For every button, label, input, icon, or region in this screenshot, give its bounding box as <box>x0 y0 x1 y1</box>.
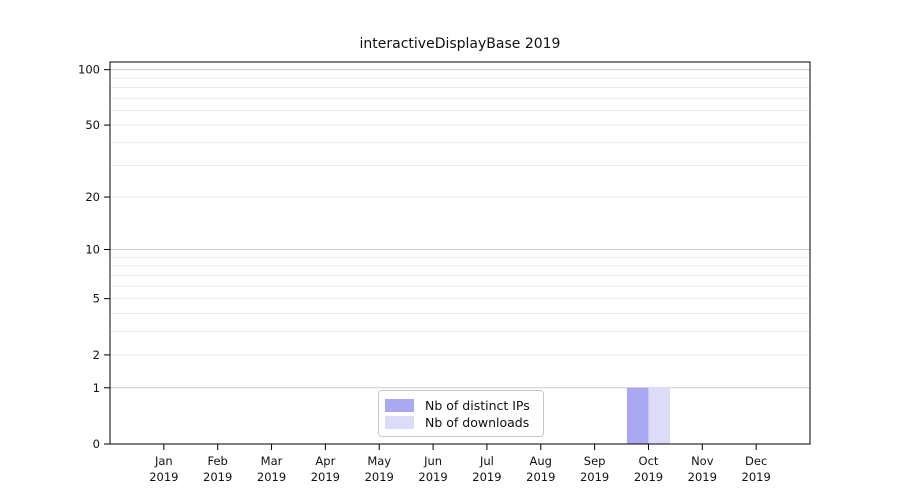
plot-frame <box>109 61 811 445</box>
legend-item-distinct-ips: Nb of distinct IPs <box>385 398 535 413</box>
legend-label-downloads: Nb of downloads <box>425 415 530 430</box>
x-tick-label: Feb 2019 <box>203 454 232 484</box>
x-tick-label: Oct 2019 <box>634 454 663 484</box>
x-tick-label: Jul 2019 <box>472 454 501 484</box>
bar-oct-s0 <box>626 387 649 444</box>
y-tick-label: 0 <box>93 437 100 451</box>
x-tick-label: Apr 2019 <box>311 454 340 484</box>
x-tick-label: Jun 2019 <box>418 454 447 484</box>
legend-swatch-distinct-ips <box>385 399 414 412</box>
x-tick-label: Sep 2019 <box>580 454 609 484</box>
x-tick-label: Dec 2019 <box>742 454 771 484</box>
x-tick-label: Mar 2019 <box>257 454 286 484</box>
legend-label-distinct-ips: Nb of distinct IPs <box>425 398 530 413</box>
x-tick-label: May 2019 <box>365 454 394 484</box>
legend-item-downloads: Nb of downloads <box>385 415 535 430</box>
legend-swatch-downloads <box>385 416 414 429</box>
y-tick-label: 2 <box>93 348 100 362</box>
y-tick-label: 50 <box>85 118 100 132</box>
y-tick-label: 10 <box>85 243 100 257</box>
y-tick-label: 1 <box>93 381 100 395</box>
chart-title: interactiveDisplayBase 2019 <box>359 36 561 52</box>
x-tick-label: Aug 2019 <box>526 454 555 484</box>
bar-oct-s1 <box>648 387 670 444</box>
y-tick-label: 5 <box>93 292 100 306</box>
x-tick-label: Nov 2019 <box>688 454 717 484</box>
y-tick-label: 20 <box>85 190 100 204</box>
legend: Nb of distinct IPs Nb of downloads <box>378 390 544 437</box>
x-tick-label: Jan 2019 <box>149 454 178 484</box>
chart: 0 1 2 5 10 20 50 100 Jan 2019 Feb 2019 Mar 2019 Apr 201… <box>0 0 900 500</box>
y-tick-label: 100 <box>78 63 100 77</box>
